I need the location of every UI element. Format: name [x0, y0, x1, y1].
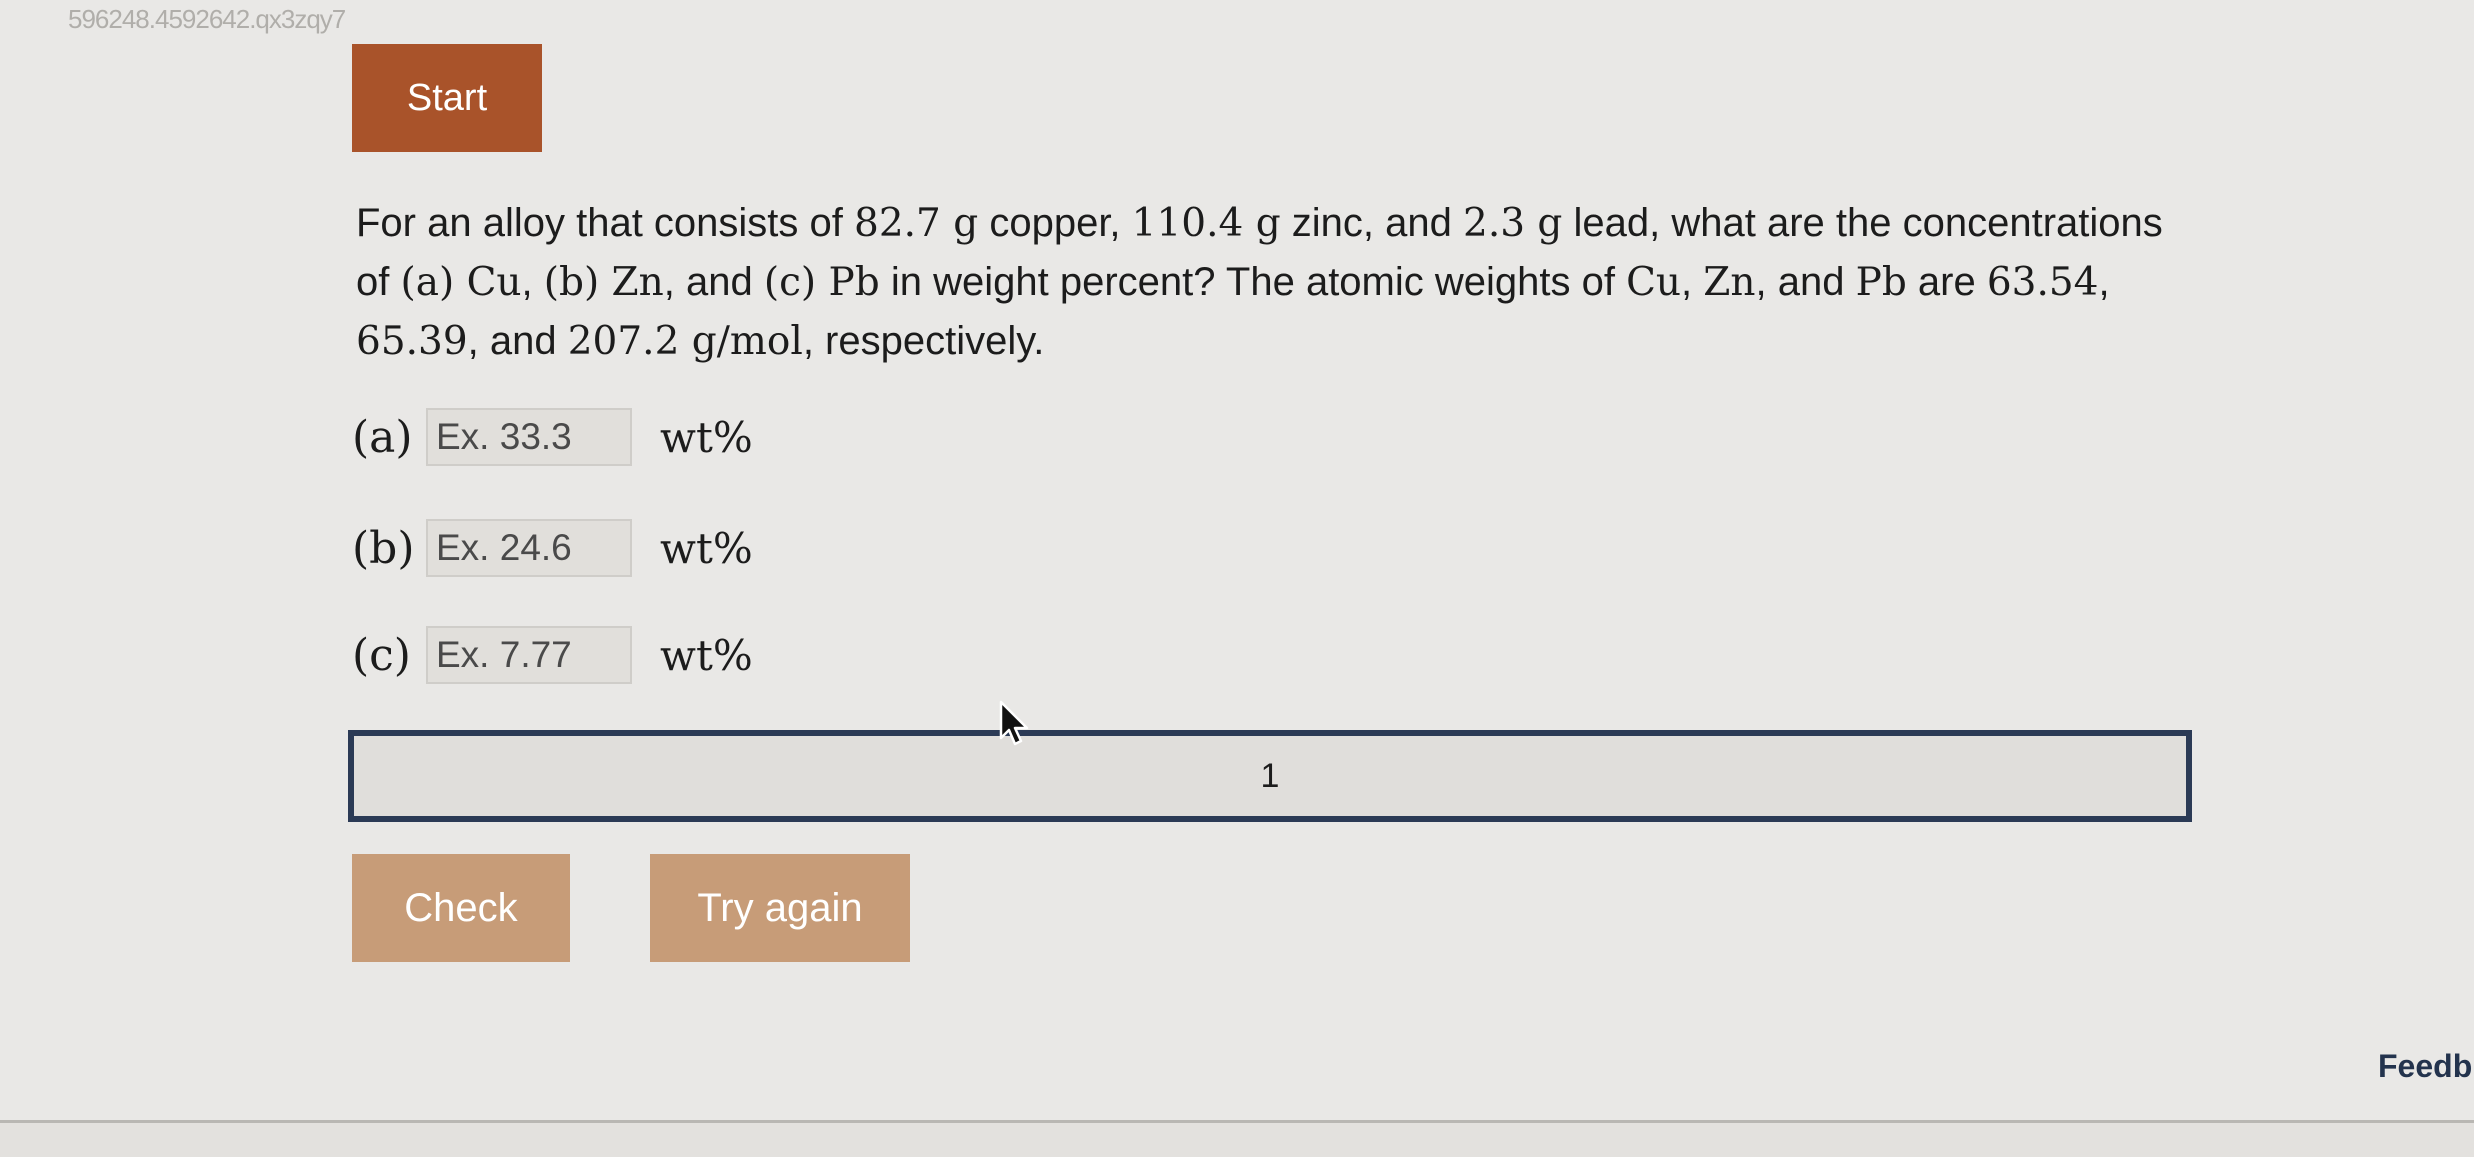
- question-text-segment: are: [1906, 260, 1987, 304]
- question-math-term: 207.2 g/mol: [567, 319, 803, 364]
- question-math-term: Cu: [1626, 260, 1682, 305]
- answer-unit-c: wt%: [660, 630, 753, 680]
- question-text-segment: in weight percent? The atomic weights of: [879, 260, 1627, 304]
- question-text-segment: ,: [2098, 260, 2110, 304]
- question-math-term: (c) Pb: [763, 260, 880, 305]
- question-math-term: (a) Cu: [400, 260, 522, 305]
- question-text-segment: copper,: [978, 201, 1132, 245]
- question-math-term: 2.3 g: [1463, 201, 1563, 246]
- answer-row-b: (b) wt%: [352, 515, 753, 581]
- answer-input-a[interactable]: [426, 408, 632, 466]
- question-text-segment: zinc, and: [1280, 201, 1463, 245]
- answer-label-b: (b): [352, 522, 415, 574]
- question-math-term: 110.4 g: [1131, 201, 1281, 246]
- answer-row-a: (a) wt%: [352, 404, 753, 470]
- question-math-term: Zn: [1703, 260, 1756, 305]
- question-math-term: 65.39: [356, 319, 468, 364]
- question-text-segment: ,: [521, 260, 544, 304]
- question-text-segment: For an alloy that consists of: [356, 201, 855, 245]
- activity-card: 596248.4592642.qx3zqy7 Start For an allo…: [0, 0, 2474, 1123]
- check-button[interactable]: Check: [352, 854, 570, 962]
- answer-input-c[interactable]: [426, 626, 632, 684]
- answer-unit-a: wt%: [660, 412, 753, 462]
- answer-input-b[interactable]: [426, 519, 632, 577]
- progress-level-number: 1: [1260, 756, 1280, 795]
- feedback-link[interactable]: Feedb: [2378, 1048, 2472, 1085]
- question-text: For an alloy that consists of 82.7 g cop…: [356, 194, 2196, 371]
- question-paragraph: For an alloy that consists of 82.7 g cop…: [356, 194, 2196, 371]
- question-math-term: 63.54: [1986, 260, 2099, 305]
- question-text-segment: , respectively.: [802, 319, 1045, 363]
- question-math-term: 82.7 g: [854, 201, 979, 246]
- progress-level-box: 1: [348, 730, 2192, 822]
- activity-id: 596248.4592642.qx3zqy7: [68, 4, 346, 34]
- mouse-pointer-icon: [999, 700, 1029, 746]
- start-button[interactable]: Start: [352, 44, 542, 152]
- question-text-segment: ,: [1681, 260, 1704, 304]
- question-text-segment: , and: [467, 319, 568, 363]
- answer-unit-b: wt%: [660, 523, 753, 573]
- answer-row-c: (c) wt%: [352, 622, 753, 688]
- question-math-term: Pb: [1855, 260, 1907, 305]
- try-again-button[interactable]: Try again: [650, 854, 910, 962]
- question-text-segment: , and: [663, 260, 764, 304]
- answer-label-c: (c): [352, 629, 411, 681]
- answer-label-a: (a): [352, 411, 413, 463]
- question-math-term: (b) Zn: [543, 260, 664, 305]
- question-text-segment: , and: [1755, 260, 1856, 304]
